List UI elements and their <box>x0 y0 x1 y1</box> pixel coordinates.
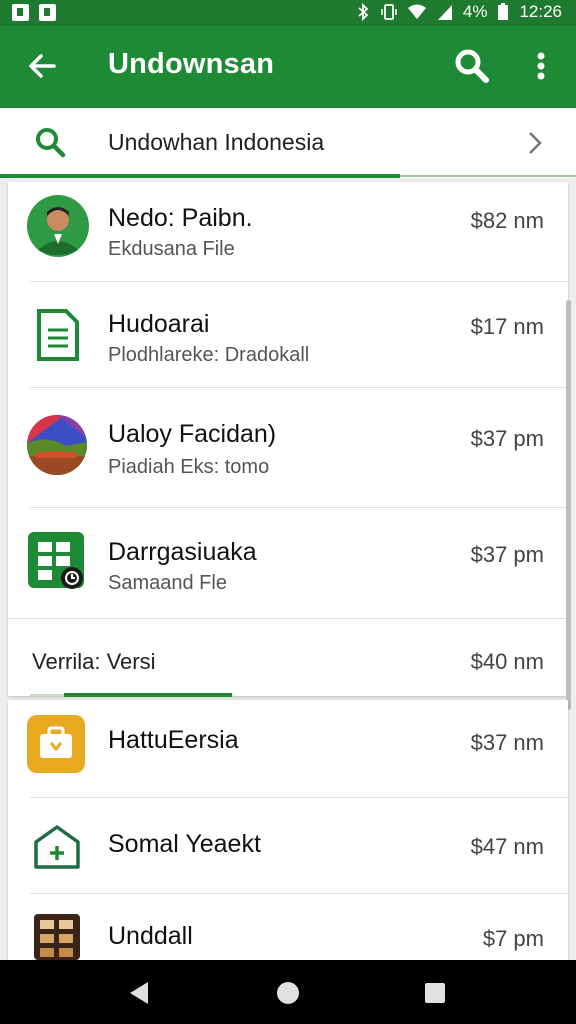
item-name: Somal Yeaekt <box>108 830 261 858</box>
progress-indicator <box>0 174 400 178</box>
item-amount: $47 nm <box>470 834 544 859</box>
nav-back-icon[interactable] <box>124 978 154 1008</box>
calculator-icon <box>34 914 80 960</box>
scrollbar[interactable] <box>566 300 571 710</box>
bluetooth-icon <box>358 3 369 21</box>
item-subtitle: Plodhlareke: Dradokall <box>108 344 310 366</box>
battery-percent: 4% <box>462 2 488 21</box>
search-icon <box>36 128 66 158</box>
more-options-icon[interactable] <box>526 46 556 86</box>
status-bar: 4% 12:26 <box>0 0 576 26</box>
item-name: HattuEersia <box>108 726 239 754</box>
list-item[interactable]: Hudoarai Plodhlareke: Dradokall $17 nm <box>8 282 568 388</box>
item-name: Unddall <box>108 922 193 950</box>
document-icon <box>37 309 79 361</box>
file-list-secondary: HattuEersia $37 nm Somal Yeaekt $47 nm U… <box>8 700 568 960</box>
media-notification-icon <box>39 4 56 21</box>
file-list: Nedo: Paibn. Ekdusana File $82 nm Hudoar… <box>8 182 568 697</box>
version-progress-track <box>30 694 64 696</box>
spreadsheet-icon <box>28 532 84 589</box>
version-label: Verrila: Versi <box>32 649 156 674</box>
list-item[interactable]: Nedo: Paibn. Ekdusana File $82 nm <box>8 182 568 282</box>
wifi-icon <box>407 4 426 19</box>
item-name: Nedo: Paibn. <box>108 204 253 232</box>
version-row[interactable]: Verrila: Versi $40 nm <box>8 618 568 697</box>
clock: 12:26 <box>519 2 562 21</box>
item-amount: $82 nm <box>470 208 544 233</box>
item-subtitle: Ekdusana File <box>108 238 235 260</box>
page-title: Undownsan <box>108 48 275 80</box>
item-amount: $37 pm <box>470 426 544 451</box>
item-amount: $37 pm <box>470 542 544 567</box>
vibrate-icon <box>381 4 397 20</box>
nav-recents-icon[interactable] <box>420 978 450 1008</box>
person-avatar-icon <box>27 195 89 257</box>
system-navigation-bar <box>0 960 576 1024</box>
version-progress-bar <box>64 693 232 697</box>
progress-track <box>400 175 576 177</box>
list-item[interactable]: Unddall $7 pm <box>8 894 568 960</box>
item-amount: $37 nm <box>470 730 544 755</box>
search-suggestion-row[interactable]: Undowhan Indonesia <box>0 108 576 178</box>
search-icon[interactable] <box>452 46 492 86</box>
app-bar: Undownsan <box>0 26 576 108</box>
item-amount: $17 nm <box>470 314 544 339</box>
briefcase-icon <box>27 715 85 773</box>
battery-icon <box>498 3 509 20</box>
item-subtitle: Piadiah Eks: tomo <box>108 456 270 478</box>
list-item[interactable]: Darrgasiuaka Samaand Fle $37 pm <box>8 508 568 618</box>
chevron-right-icon <box>529 132 542 154</box>
home-plus-icon <box>34 825 80 869</box>
item-name: Darrgasiuaka <box>108 538 257 566</box>
list-item[interactable]: Ualoy Facidan) Piadiah Eks: tomo $37 pm <box>8 388 568 508</box>
signal-icon <box>437 5 452 20</box>
notification-icon <box>12 4 29 21</box>
item-name: Ualoy Facidan) <box>108 420 277 448</box>
photo-thumbnail-icon <box>27 415 87 475</box>
item-subtitle: Samaand Fle <box>108 572 227 594</box>
item-amount: $7 pm <box>482 926 544 951</box>
list-item[interactable]: HattuEersia $37 nm <box>8 700 568 798</box>
item-name: Hudoarai <box>108 310 210 338</box>
search-text: Undowhan Indonesia <box>108 129 325 155</box>
nav-home-icon[interactable] <box>273 978 303 1008</box>
list-item[interactable]: Somal Yeaekt $47 nm <box>8 798 568 894</box>
version-amount: $40 nm <box>470 649 544 674</box>
back-arrow-icon[interactable] <box>22 46 62 86</box>
